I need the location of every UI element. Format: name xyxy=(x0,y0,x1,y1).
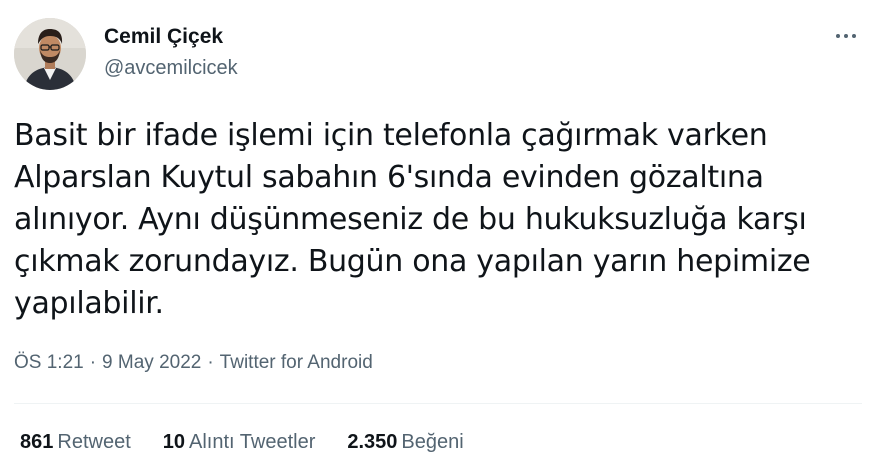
quote-tweets-label: Alıntı Tweetler xyxy=(189,431,316,453)
tweet-time[interactable]: ÖS 1:21 xyxy=(14,352,84,373)
more-options-button[interactable] xyxy=(832,26,860,46)
quote-tweets-stat[interactable]: 10 Alıntı Tweetler xyxy=(163,430,316,454)
likes-label: Beğeni xyxy=(401,431,464,453)
tweet-date[interactable]: 9 May 2022 xyxy=(102,352,201,373)
avatar[interactable] xyxy=(14,18,86,90)
meta-separator: · xyxy=(89,352,97,373)
author-handle[interactable]: @avcemilcicek xyxy=(104,55,238,81)
divider xyxy=(14,403,862,404)
author-display-name[interactable]: Cemil Çiçek xyxy=(104,24,238,50)
tweet-card: Cemil Çiçek @avcemilcicek Basit bir ifad… xyxy=(0,0,886,471)
retweets-count: 861 xyxy=(20,431,54,453)
tweet-header: Cemil Çiçek @avcemilcicek xyxy=(14,18,872,90)
retweets-stat[interactable]: 861 Retweet xyxy=(20,430,131,454)
quote-tweets-count: 10 xyxy=(162,431,185,453)
retweets-label: Retweet xyxy=(57,431,131,453)
tweet-source[interactable]: Twitter for Android xyxy=(220,352,373,373)
author-names: Cemil Çiçek @avcemilcicek xyxy=(104,24,238,81)
avatar-image xyxy=(14,18,86,90)
likes-count: 2.350 xyxy=(347,431,398,453)
meta-separator: · xyxy=(207,352,214,373)
tweet-meta: ÖS 1:21 · 9 May 2022 · Twitter for Android xyxy=(14,351,373,375)
likes-stat[interactable]: 2.350 Beğeni xyxy=(347,430,463,454)
tweet-text: Basit bir ifade işlemi için telefonla ça… xyxy=(14,118,811,321)
tweet-stats: 861 Retweet 10 Alıntı Tweetler 2.350 Beğeni xyxy=(20,430,496,454)
